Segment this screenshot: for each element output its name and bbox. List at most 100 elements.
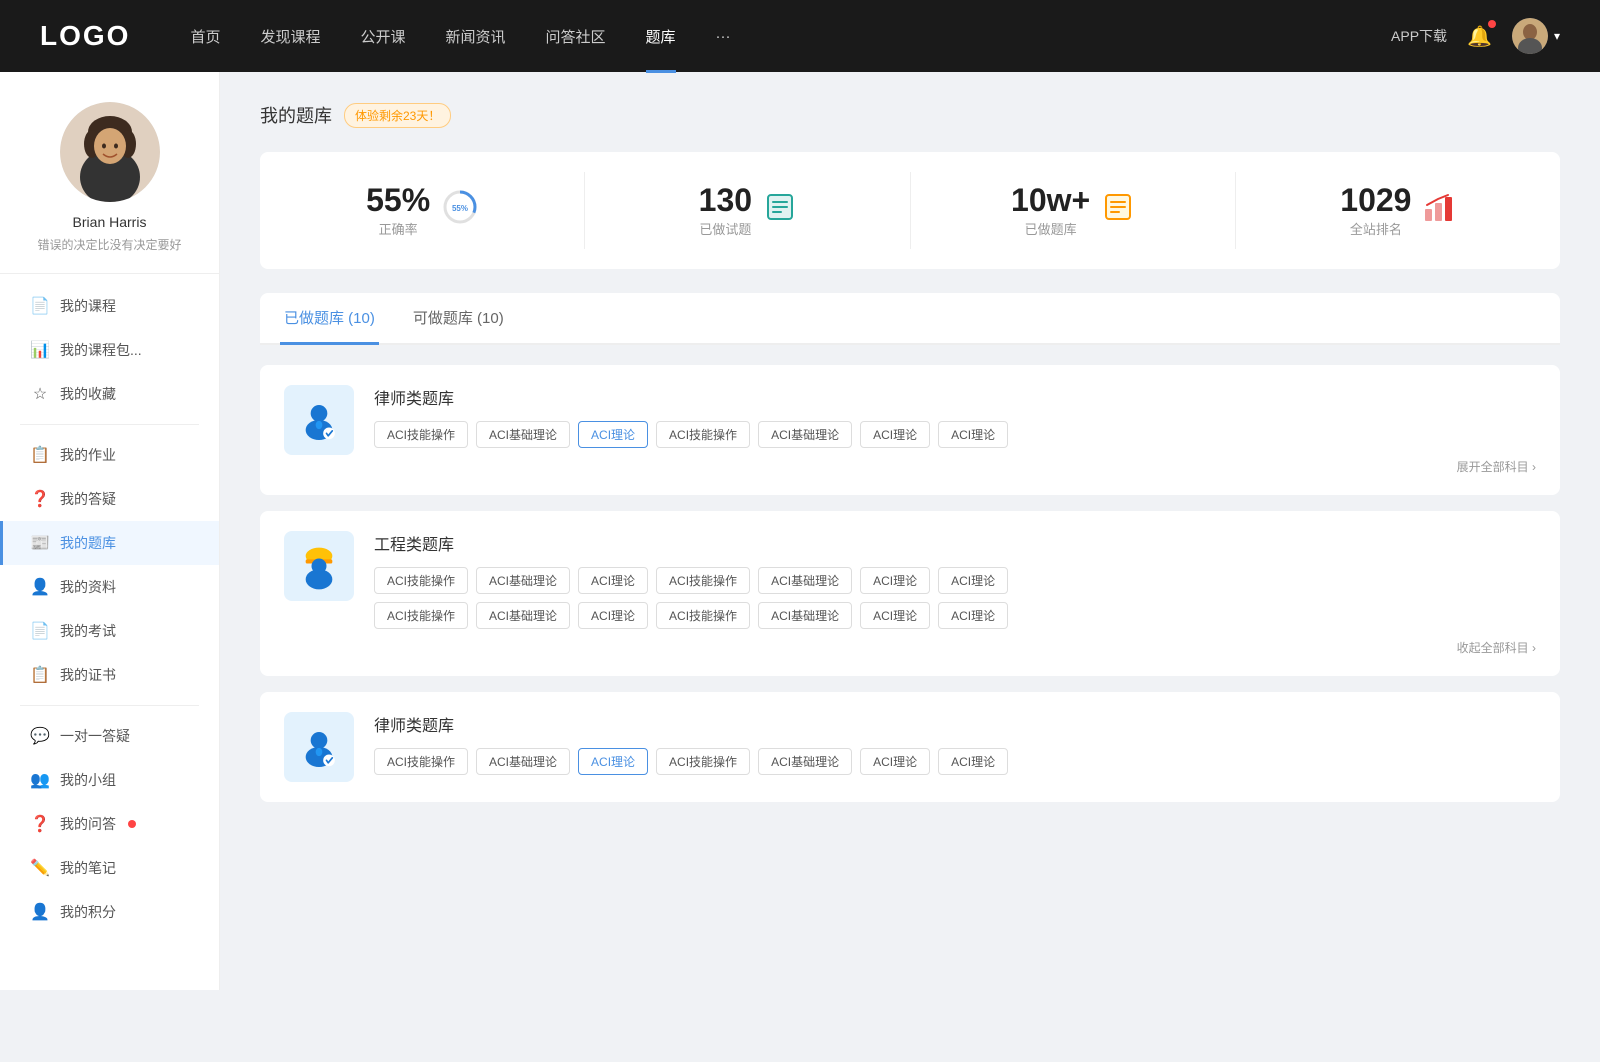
nav-open-course[interactable]: 公开课: [360, 26, 405, 47]
stat-info-correct: 55% 正确率: [366, 182, 430, 239]
qbank-tag[interactable]: ACI基础理论: [476, 602, 570, 629]
homework-icon: 📋: [30, 445, 50, 465]
qbank-content-2: 工程类题库 ACI技能操作 ACI基础理论 ACI理论 ACI技能操作 ACI基…: [374, 531, 1536, 656]
profile-avatar: [60, 102, 160, 202]
qbank-tag[interactable]: ACI基础理论: [758, 567, 852, 594]
sidebar-item-exam[interactable]: 📄 我的考试: [0, 609, 219, 653]
sidebar-item-profile[interactable]: 👤 我的资料: [0, 565, 219, 609]
qbank-tag[interactable]: ACI理论: [860, 602, 930, 629]
expand-link-1[interactable]: 展开全部科目 ›: [1457, 458, 1536, 475]
sidebar-item-course-package[interactable]: 📊 我的课程包...: [0, 328, 219, 372]
dropdown-arrow-icon: ▾: [1554, 29, 1560, 43]
qbank-tag[interactable]: ACI理论: [938, 602, 1008, 629]
sidebar-item-qa[interactable]: ❓ 我的答疑: [0, 477, 219, 521]
sidebar-item-points[interactable]: 👤 我的积分: [0, 890, 219, 934]
sidebar-item-questions[interactable]: ❓ 我的问答: [0, 802, 219, 846]
sidebar-divider-2: [20, 705, 199, 706]
question-icon: ❓: [30, 814, 50, 834]
sidebar-item-question-bank[interactable]: 📰 我的题库: [0, 521, 219, 565]
stat-value-correct: 55%: [366, 182, 430, 219]
cert-icon: 📋: [30, 665, 50, 685]
sidebar-item-groups[interactable]: 👥 我的小组: [0, 758, 219, 802]
nav-question-bank[interactable]: 题库: [646, 26, 676, 47]
nav-qa[interactable]: 问答社区: [546, 26, 606, 47]
qbank-footer-2: 收起全部科目 ›: [374, 639, 1536, 656]
collapse-link-2[interactable]: 收起全部科目 ›: [1457, 639, 1536, 656]
stat-label-banks: 已做题库: [1025, 222, 1077, 237]
notification-bell[interactable]: 🔔: [1467, 24, 1492, 49]
qbank-tag[interactable]: ACI技能操作: [656, 567, 750, 594]
sidebar-item-my-course[interactable]: 📄 我的课程: [0, 284, 219, 328]
stat-banks-done: 10w+ 已做题库: [911, 172, 1236, 249]
navbar-right: APP下载 🔔 ▾: [1391, 18, 1560, 54]
sidebar-item-favorites[interactable]: ☆ 我的收藏: [0, 372, 219, 416]
stat-info-banks: 10w+ 已做题库: [1011, 182, 1090, 239]
qbank-tags-1: ACI技能操作 ACI基础理论 ACI理论 ACI技能操作 ACI基础理论 AC…: [374, 421, 1536, 448]
main-layout: Brian Harris 错误的决定比没有决定要好 📄 我的课程 📊 我的课程包…: [0, 72, 1600, 990]
qa-icon: ❓: [30, 489, 50, 509]
stat-label-correct: 正确率: [379, 222, 418, 237]
avatar: [1512, 18, 1548, 54]
qbank-tag[interactable]: ACI理论: [938, 748, 1008, 775]
sidebar-divider-1: [20, 424, 199, 425]
nav-home[interactable]: 首页: [190, 26, 220, 47]
qbank-tag[interactable]: ACI技能操作: [656, 748, 750, 775]
sidebar-item-certificate[interactable]: 📋 我的证书: [0, 653, 219, 697]
profile-name: Brian Harris: [73, 214, 147, 230]
nav-more[interactable]: ···: [716, 28, 731, 45]
points-icon: 👤: [30, 902, 50, 922]
sidebar-item-notes[interactable]: ✏️ 我的笔记: [0, 846, 219, 890]
rank-icon: [1423, 191, 1455, 230]
qbank-tag[interactable]: ACI理论: [860, 567, 930, 594]
sidebar-menu: 📄 我的课程 📊 我的课程包... ☆ 我的收藏 📋 我的作业 ❓ 我的答疑 �: [0, 274, 219, 944]
qbank-tag-active[interactable]: ACI理论: [578, 421, 648, 448]
qbank-tag[interactable]: ACI基础理论: [758, 748, 852, 775]
stat-value-rank: 1029: [1340, 182, 1411, 219]
qbank-tag[interactable]: ACI理论: [578, 567, 648, 594]
course-icon: 📄: [30, 296, 50, 316]
qbank-tag[interactable]: ACI理论: [578, 602, 648, 629]
nav-discover[interactable]: 发现课程: [260, 26, 320, 47]
qbank-icon: 📰: [30, 533, 50, 553]
qbank-tag[interactable]: ACI理论: [938, 421, 1008, 448]
qbank-tag[interactable]: ACI技能操作: [656, 602, 750, 629]
banks-done-icon: [1102, 191, 1134, 230]
svg-text:55%: 55%: [452, 204, 468, 213]
stat-site-rank: 1029 全站排名: [1236, 172, 1560, 249]
user-avatar-menu[interactable]: ▾: [1512, 18, 1560, 54]
qbank-tags-2-row2: ACI技能操作 ACI基础理论 ACI理论 ACI技能操作 ACI基础理论 AC…: [374, 602, 1536, 629]
nav-news[interactable]: 新闻资讯: [446, 26, 506, 47]
tabs-row: 已做题库 (10) 可做题库 (10): [260, 293, 1560, 345]
qbank-tag[interactable]: ACI理论: [860, 421, 930, 448]
tab-available[interactable]: 可做题库 (10): [409, 293, 508, 345]
correct-rate-icon: 55%: [442, 189, 478, 232]
qbank-tag[interactable]: ACI理论: [938, 567, 1008, 594]
qbank-tag[interactable]: ACI基础理论: [476, 421, 570, 448]
qbank-tag[interactable]: ACI技能操作: [374, 602, 468, 629]
qbank-tag[interactable]: ACI基础理论: [758, 421, 852, 448]
qbank-tag[interactable]: ACI技能操作: [374, 567, 468, 594]
qbank-tag-active[interactable]: ACI理论: [578, 748, 648, 775]
qbank-tag[interactable]: ACI基础理论: [476, 567, 570, 594]
qbank-tags-2-row1: ACI技能操作 ACI基础理论 ACI理论 ACI技能操作 ACI基础理论 AC…: [374, 567, 1536, 594]
page-title: 我的题库: [260, 102, 332, 128]
qbank-tag[interactable]: ACI技能操作: [374, 748, 468, 775]
sidebar-item-homework[interactable]: 📋 我的作业: [0, 433, 219, 477]
qbank-tag[interactable]: ACI理论: [860, 748, 930, 775]
qbank-content-3: 律师类题库 ACI技能操作 ACI基础理论 ACI理论 ACI技能操作 ACI基…: [374, 712, 1536, 775]
questions-done-icon: [764, 191, 796, 230]
qbank-tag[interactable]: ACI基础理论: [758, 602, 852, 629]
stat-label-rank: 全站排名: [1350, 222, 1402, 237]
tab-done[interactable]: 已做题库 (10): [280, 293, 379, 345]
qbank-tag[interactable]: ACI技能操作: [656, 421, 750, 448]
qbank-tag[interactable]: ACI基础理论: [476, 748, 570, 775]
qbank-list: 律师类题库 ACI技能操作 ACI基础理论 ACI理论 ACI技能操作 ACI基…: [260, 365, 1560, 818]
stat-label-questions: 已做试题: [699, 222, 751, 237]
page-header: 我的题库 体验剩余23天！: [260, 102, 1560, 128]
group-icon: 👥: [30, 770, 50, 790]
qbank-tags-3: ACI技能操作 ACI基础理论 ACI理论 ACI技能操作 ACI基础理论 AC…: [374, 748, 1536, 775]
qbank-card-3: 律师类题库 ACI技能操作 ACI基础理论 ACI理论 ACI技能操作 ACI基…: [260, 692, 1560, 802]
sidebar-item-1on1[interactable]: 💬 一对一答疑: [0, 714, 219, 758]
qbank-tag[interactable]: ACI技能操作: [374, 421, 468, 448]
app-download-link[interactable]: APP下载: [1391, 26, 1447, 46]
